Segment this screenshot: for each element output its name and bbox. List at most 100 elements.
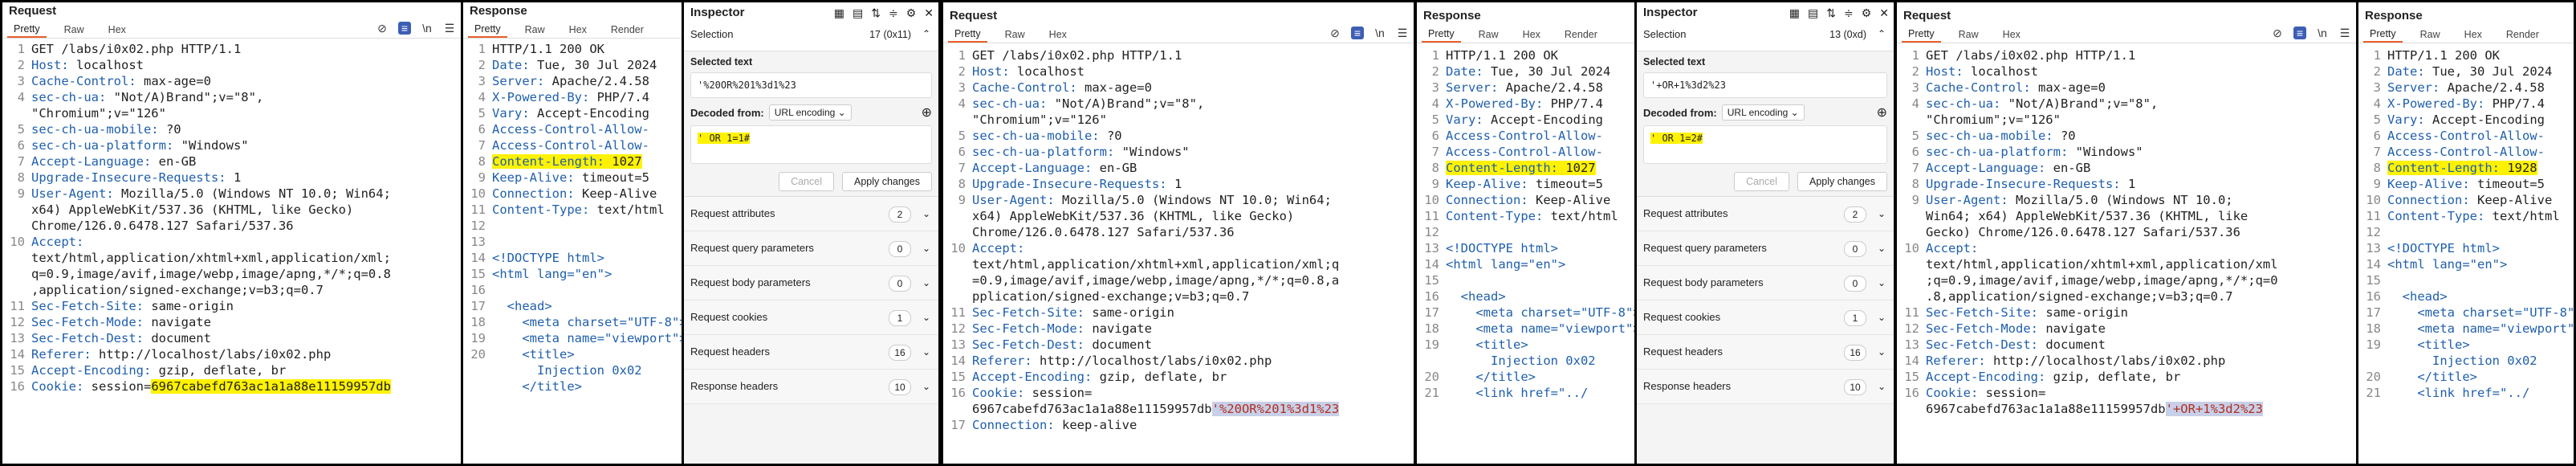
line-text <box>492 218 682 234</box>
layout-list-icon[interactable]: ▤ <box>1808 2 1818 23</box>
decoded-text-input[interactable]: ' OR 1=2# <box>1643 125 1887 164</box>
tab-hex[interactable]: Hex <box>102 24 132 38</box>
tab-render[interactable]: Render <box>1558 29 1604 43</box>
header-name: Date: <box>1446 64 1483 79</box>
inspector-section-row[interactable]: Request attributes 2 ⌄ <box>684 197 938 231</box>
selected-text-value[interactable]: '+OR+1%3d2%23 <box>1643 72 1887 98</box>
chevron-up-icon[interactable]: ⌃ <box>922 28 930 39</box>
inspector-section-row[interactable]: Request body parameters 0 ⌄ <box>684 266 938 300</box>
selection-row[interactable]: Selection 13 (0xd) ⌃ <box>1637 23 1894 51</box>
tab-pretty[interactable]: Pretty <box>468 23 507 38</box>
tab-pretty[interactable]: Pretty <box>2363 28 2403 43</box>
code-line: .8,application/signed-exchange;v=b3;q=0.… <box>1897 288 2356 305</box>
request-editor[interactable]: 1 GET /labs/i0x02.php HTTP/1.1 2 Host: loca… <box>1897 47 2356 464</box>
tab-hex[interactable]: Hex <box>1043 29 1073 43</box>
chevron-down-icon[interactable]: ⌄ <box>922 197 930 231</box>
add-icon[interactable]: ⊕ <box>922 104 932 121</box>
tab-pretty[interactable]: Pretty <box>1902 28 1941 43</box>
decoding-select[interactable]: URL encoding ⌄ <box>768 104 852 121</box>
chevron-down-icon[interactable]: ⌄ <box>1878 266 1886 300</box>
section-label: Response headers <box>690 380 779 392</box>
line-text: Access-Control-Allow- <box>2387 144 2574 160</box>
settings-icon[interactable]: ⚙ <box>906 2 917 23</box>
filter-icon[interactable]: ≑ <box>889 2 898 23</box>
add-icon[interactable]: ⊕ <box>1877 104 1887 121</box>
chevron-down-icon[interactable]: ⌄ <box>922 300 930 334</box>
sort-icon[interactable]: ⇅ <box>1826 2 1836 23</box>
line-text: sec-ch-ua: "Not/A)Brand";v="8", <box>972 96 1414 112</box>
tab-raw[interactable]: Raw <box>2414 29 2447 43</box>
tab-raw[interactable]: Raw <box>999 29 1032 43</box>
apply-changes-button[interactable]: Apply changes <box>841 172 932 191</box>
chevron-down-icon[interactable]: ⌄ <box>1878 300 1886 334</box>
tab-hex[interactable]: Hex <box>2458 29 2489 43</box>
chevron-down-icon[interactable]: ⌄ <box>1878 231 1886 265</box>
chevron-down-icon[interactable]: ⌄ <box>922 335 930 369</box>
selection-row[interactable]: Selection 17 (0x11) ⌃ <box>684 23 938 51</box>
chevron-up-icon[interactable]: ⌃ <box>1878 28 1886 39</box>
tab-pretty[interactable]: Pretty <box>948 28 987 43</box>
line-text: Content-Length: 1027 <box>492 153 682 170</box>
selected-text-value[interactable]: '%20OR%201%3d1%23 <box>690 72 932 98</box>
sort-icon[interactable]: ⇅ <box>871 2 881 23</box>
close-icon[interactable]: ✕ <box>1879 2 1889 23</box>
tab-render[interactable]: Render <box>2500 29 2545 43</box>
menu-icon[interactable]: ☰ <box>1396 27 1409 39</box>
chevron-down-icon[interactable]: ⌄ <box>922 266 930 300</box>
chevron-down-icon[interactable]: ⌄ <box>922 231 930 265</box>
hide-nonprintable-icon[interactable]: ⊘ <box>376 22 389 35</box>
inspector-section-row[interactable]: Response headers 10 ⌄ <box>684 370 938 404</box>
inspector-section-row[interactable]: Request attributes 2 ⌄ <box>1637 197 1894 231</box>
close-icon[interactable]: ✕ <box>924 2 934 23</box>
chevron-down-icon[interactable]: ⌄ <box>1878 335 1886 369</box>
layout-list-icon[interactable]: ▤ <box>853 2 863 23</box>
decoded-text-input[interactable]: ' OR 1=1# <box>690 125 932 164</box>
inspector-section-row[interactable]: Response headers 10 ⌄ <box>1637 370 1894 404</box>
tab-raw[interactable]: Raw <box>1952 29 1985 43</box>
inspector-section-row[interactable]: Request headers 16 ⌄ <box>1637 335 1894 370</box>
tab-raw[interactable]: Raw <box>519 24 551 38</box>
response-editor[interactable]: 1 HTTP/1.1 200 OK 2 Date: Tue, 30 Jul 2024 3… <box>1417 47 1634 464</box>
tab-hex[interactable]: Hex <box>1996 29 2027 43</box>
newline-icon[interactable]: \n <box>2316 27 2329 39</box>
newline-icon[interactable]: \n <box>1373 27 1386 39</box>
tab-hex[interactable]: Hex <box>563 24 593 38</box>
layout-grid-icon[interactable]: ▦ <box>1789 2 1800 23</box>
chevron-down-icon[interactable]: ⌄ <box>922 370 930 403</box>
layout-grid-icon[interactable]: ▦ <box>834 2 844 23</box>
inspector-section-row[interactable]: Request cookies 1 ⌄ <box>684 300 938 335</box>
cancel-button[interactable]: Cancel <box>779 172 834 191</box>
chevron-down-icon[interactable]: ⌄ <box>1878 370 1886 403</box>
tab-raw[interactable]: Raw <box>58 24 91 38</box>
request-editor[interactable]: 1 GET /labs/i0x02.php HTTP/1.1 2 Host: loca… <box>943 47 1414 464</box>
response-editor[interactable]: 1 HTTP/1.1 200 OK 2 Date: Tue, 30 Jul 2024 3… <box>463 41 682 464</box>
inspector-section-row[interactable]: Request cookies 1 ⌄ <box>1637 300 1894 335</box>
line-text: Sec-Fetch-Site: same-origin <box>972 305 1414 321</box>
cancel-button[interactable]: Cancel <box>1734 172 1789 191</box>
wrap-lines-icon[interactable]: ≡ <box>1351 27 1364 39</box>
tab-pretty[interactable]: Pretty <box>1422 28 1461 43</box>
tab-render[interactable]: Render <box>604 24 650 38</box>
inspector-section-row[interactable]: Request query parameters 0 ⌄ <box>1637 231 1894 266</box>
newline-icon[interactable]: \n <box>421 22 433 35</box>
hide-nonprintable-icon[interactable]: ⊘ <box>1329 27 1341 39</box>
menu-icon[interactable]: ☰ <box>443 22 456 35</box>
chevron-down-icon[interactable]: ⌄ <box>1878 197 1886 231</box>
decoding-select[interactable]: URL encoding ⌄ <box>1721 104 1805 121</box>
inspector-section-row[interactable]: Request headers 16 ⌄ <box>684 335 938 370</box>
inspector-section-row[interactable]: Request body parameters 0 ⌄ <box>1637 266 1894 300</box>
filter-icon[interactable]: ≑ <box>1844 2 1854 23</box>
inspector-section-row[interactable]: Request query parameters 0 ⌄ <box>684 231 938 266</box>
hide-nonprintable-icon[interactable]: ⊘ <box>2271 27 2284 39</box>
apply-changes-button[interactable]: Apply changes <box>1797 172 1887 191</box>
tab-hex[interactable]: Hex <box>1516 29 1547 43</box>
wrap-lines-icon[interactable]: ≡ <box>398 22 411 35</box>
wrap-lines-icon[interactable]: ≡ <box>2293 27 2306 39</box>
request-editor[interactable]: 1 GET /labs/i0x02.php HTTP/1.1 2 Host: loca… <box>2 41 461 464</box>
tab-raw[interactable]: Raw <box>1472 29 1505 43</box>
response-editor[interactable]: 1 HTTP/1.1 200 OK 2 Date: Tue, 30 Jul 2024 3… <box>2358 47 2574 464</box>
settings-icon[interactable]: ⚙ <box>1862 2 1872 23</box>
menu-icon[interactable]: ☰ <box>2338 27 2351 39</box>
code-line: 10 Connection: Keep-Alive <box>463 186 682 202</box>
tab-pretty[interactable]: Pretty <box>7 23 47 38</box>
